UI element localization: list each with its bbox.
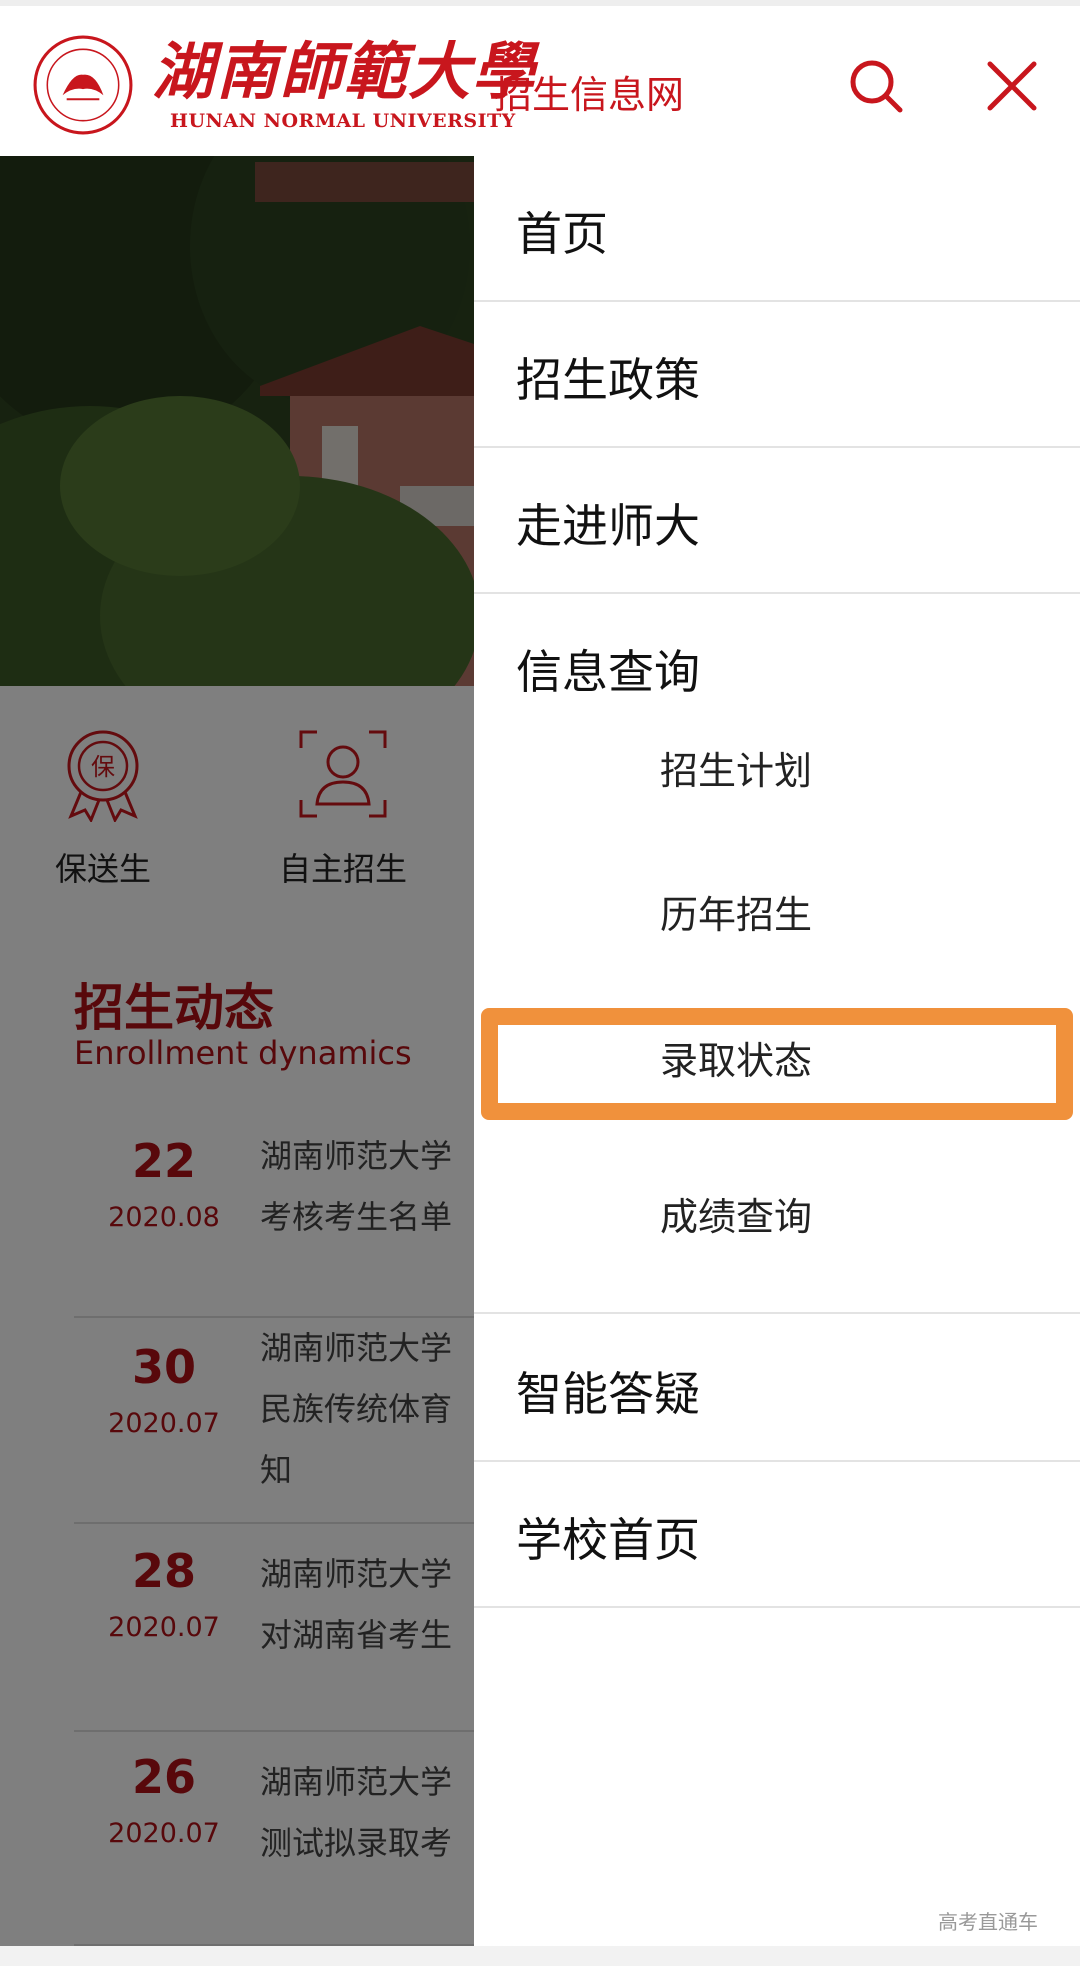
menu-item-label: 首页 [516, 207, 608, 261]
menu-item-school-homepage[interactable]: 学校首页 [474, 1462, 1080, 1608]
close-icon [987, 61, 1037, 111]
menu-item-label: 信息查询 [516, 645, 700, 699]
menu-item-label: 学校首页 [516, 1513, 700, 1567]
submenu-item-label: 招生计划 [660, 749, 813, 793]
site-header: 湖南師範大學 HUNAN NORMAL UNIVERSITY 招生信息网 [0, 0, 1080, 156]
site-name: 招生信息网 [494, 73, 685, 117]
university-seal-logo [33, 35, 133, 135]
submenu-item-enrollment-plan[interactable]: 招生计划 [474, 740, 1080, 884]
menu-item-information-query[interactable]: 信息查询 [474, 594, 1080, 740]
search-icon [850, 60, 903, 113]
bottom-bar [0, 1946, 1080, 1966]
submenu-item-past-enrollment[interactable]: 历年招生 [474, 884, 1080, 1028]
menu-item-label: 智能答疑 [516, 1367, 700, 1421]
watermark-text: 高考直通车 [938, 1910, 1038, 1934]
brand-name-chinese: 湖南師範大學 [152, 35, 537, 108]
submenu-item-label: 历年招生 [660, 893, 813, 937]
menu-item-about-university[interactable]: 走进师大 [474, 448, 1080, 594]
menu-item-label: 招生政策 [516, 353, 700, 407]
brand-name-english: HUNAN NORMAL UNIVERSITY [170, 110, 516, 132]
navigation-drawer: 首页 招生政策 走进师大 信息查询 招生计划 历年招生 录取状态 成绩查询 智能… [474, 156, 1080, 1946]
menu-item-home[interactable]: 首页 [474, 156, 1080, 302]
submenu-item-label: 成绩查询 [660, 1195, 813, 1239]
submenu-item-label: 录取状态 [660, 1039, 813, 1083]
search-button[interactable] [846, 56, 906, 116]
menu-item-enrollment-policy[interactable]: 招生政策 [474, 302, 1080, 448]
submenu-item-score-query[interactable]: 成绩查询 [474, 1186, 1080, 1314]
menu-item-smart-qa[interactable]: 智能答疑 [474, 1316, 1080, 1462]
menu-item-label: 走进师大 [516, 499, 700, 553]
submenu-item-admission-status[interactable]: 录取状态 [474, 1008, 1080, 1194]
close-menu-button[interactable] [982, 56, 1042, 116]
